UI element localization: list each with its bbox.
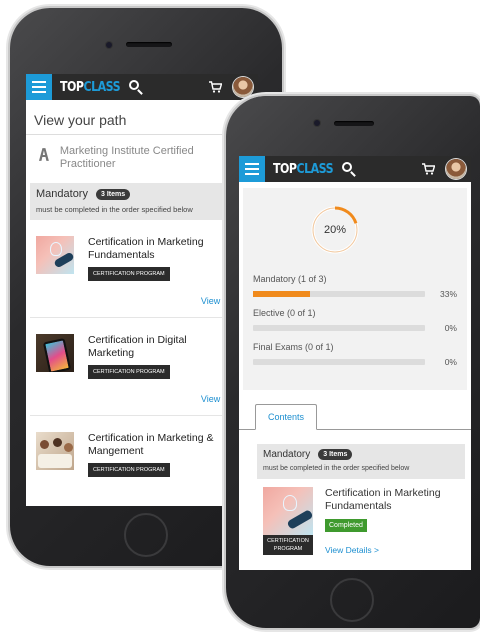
topclass-logo[interactable]: TOPCLASS: [60, 80, 121, 95]
course-thumbnail[interactable]: [263, 487, 313, 535]
course-item: Certification in Marketing & Mangement C…: [30, 416, 258, 506]
course-thumbnail[interactable]: [36, 432, 74, 470]
program-type-badge: CERTIFICATION PROGRAM: [88, 463, 170, 477]
home-button: [124, 513, 168, 557]
search-icon[interactable]: [342, 162, 352, 172]
app-header: TOPCLASS: [26, 74, 258, 100]
camera-dot: [106, 42, 112, 48]
overall-progress-value: 20%: [323, 224, 347, 236]
hamburger-menu-icon[interactable]: [26, 74, 52, 100]
progress-group-mandatory: Mandatory (1 of 3) 33%: [253, 274, 457, 299]
progress-bar: [253, 325, 425, 331]
course-thumbnail[interactable]: [36, 236, 74, 274]
program-type-badge: CERTIFICATION PROGRAM: [263, 535, 313, 555]
progress-percent: 33%: [439, 289, 457, 299]
program-header: Marketing Institute Certified Practition…: [26, 135, 258, 179]
front-phone-screen: TOPCLASS 20% Mandatory (1 of 3) 33% Elec…: [239, 156, 471, 570]
camera-dot: [314, 120, 320, 126]
progress-summary-card: 20% Mandatory (1 of 3) 33% Elective (0 o…: [243, 188, 467, 390]
completed-status-badge: Completed: [325, 519, 367, 532]
mandatory-section: Mandatory 3 Items must be completed in t…: [257, 444, 465, 479]
mandatory-note: must be completed in the order specified…: [36, 205, 193, 214]
cart-icon[interactable]: [422, 163, 435, 175]
cart-icon[interactable]: [209, 81, 222, 93]
progress-bar: [253, 359, 425, 365]
overall-progress-ring: 20%: [309, 204, 361, 256]
course-item: Certification in Digital Marketing CERTI…: [30, 318, 258, 416]
mandatory-section: Mandatory 3 Items must be completed in t…: [30, 183, 258, 220]
items-count-badge: 3 Items: [318, 449, 353, 460]
speaker-grille: [334, 121, 374, 126]
tab-bar: Contents: [239, 402, 471, 430]
course-item: CERTIFICATION PROGRAM Certification in M…: [257, 479, 471, 569]
tab-contents[interactable]: Contents: [255, 404, 317, 430]
view-details-link[interactable]: View Details >: [325, 545, 379, 555]
progress-percent: 0%: [444, 357, 457, 367]
user-avatar[interactable]: [446, 159, 466, 179]
page-title: View your path: [26, 100, 258, 135]
back-phone-screen: TOPCLASS View your path Marketing Instit…: [26, 74, 258, 506]
app-header: TOPCLASS: [239, 156, 471, 182]
front-phone-frame: TOPCLASS 20% Mandatory (1 of 3) 33% Elec…: [226, 96, 480, 628]
course-thumbnail[interactable]: [36, 334, 74, 372]
progress-group-label: Elective (0 of 1): [253, 308, 316, 318]
progress-group-final-exams: Final Exams (0 of 1) 0%: [253, 342, 457, 367]
hamburger-menu-icon[interactable]: [239, 156, 265, 182]
search-icon[interactable]: [129, 80, 139, 90]
course-title[interactable]: Certification in Marketing Fundamentals: [325, 487, 457, 513]
home-button: [330, 578, 374, 622]
mandatory-label: Mandatory: [263, 449, 311, 460]
progress-percent: 0%: [444, 323, 457, 333]
progress-group-label: Mandatory (1 of 3): [253, 274, 327, 284]
progress-group-label: Final Exams (0 of 1): [253, 342, 334, 352]
program-type-badge: CERTIFICATION PROGRAM: [88, 267, 170, 281]
speaker-grille: [126, 42, 172, 47]
user-avatar[interactable]: [233, 77, 253, 97]
program-name: Marketing Institute Certified Practition…: [59, 145, 194, 170]
marketing-institute-icon: [38, 148, 49, 161]
progress-bar: [253, 291, 425, 297]
course-item: Certification in Marketing Fundamentals …: [30, 220, 258, 318]
course-title[interactable]: Certification in Digital Marketing: [88, 334, 208, 360]
progress-group-elective: Elective (0 of 1) 0%: [253, 308, 457, 333]
items-count-badge: 3 Items: [95, 188, 131, 200]
program-type-badge: CERTIFICATION PROGRAM: [88, 365, 170, 379]
mandatory-note: must be completed in the order specified…: [263, 465, 410, 472]
mandatory-label: Mandatory: [36, 188, 88, 200]
progress-bar-fill: [253, 291, 310, 297]
topclass-logo[interactable]: TOPCLASS: [273, 162, 334, 177]
